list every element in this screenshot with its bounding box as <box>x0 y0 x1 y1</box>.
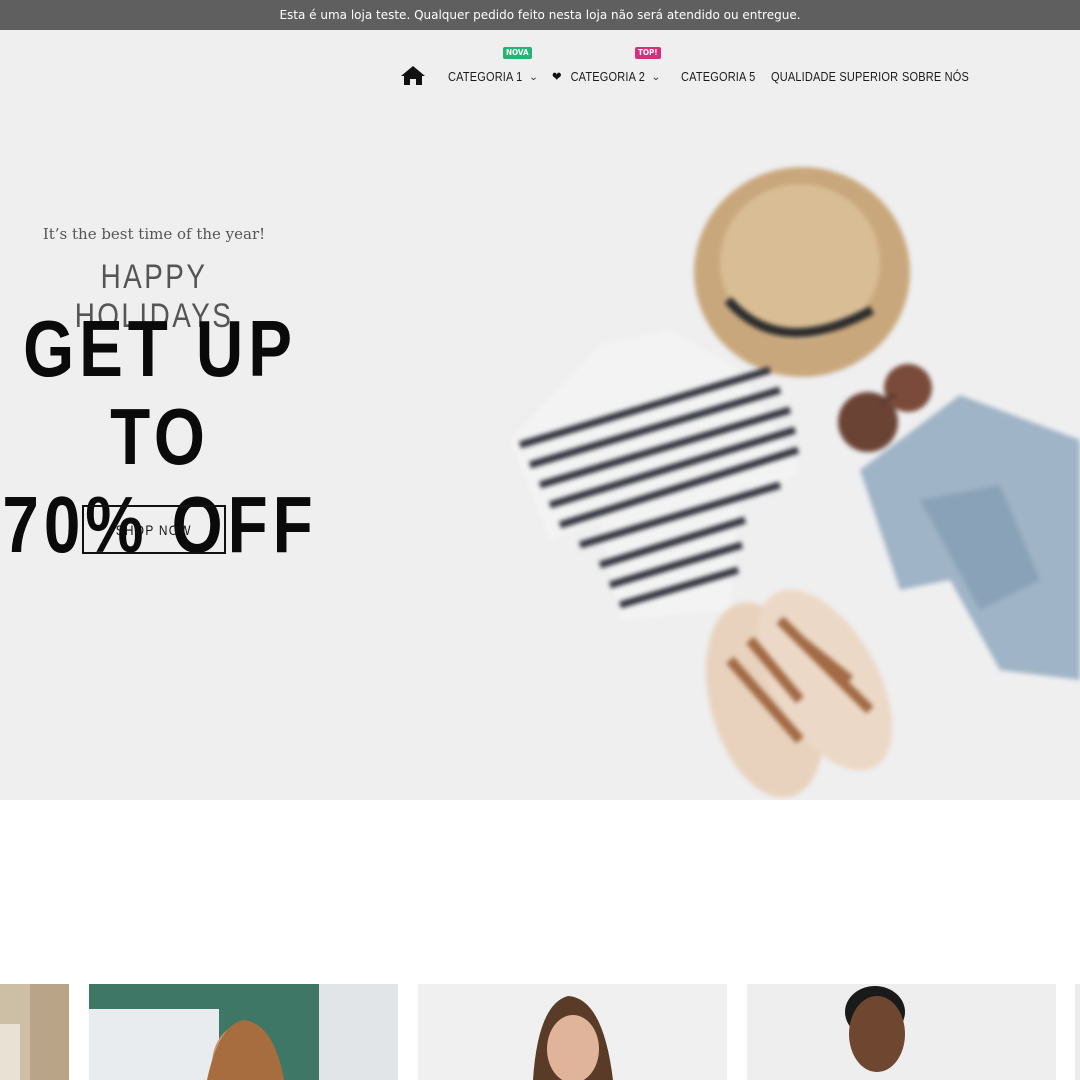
shop-now-label: SHOP NOW <box>115 521 193 538</box>
nav-item-label: SOBRE NÓS <box>902 70 969 84</box>
home-icon[interactable] <box>400 64 426 86</box>
nav-item-qualidade-superior[interactable]: QUALIDADE SUPERIOR <box>771 68 898 86</box>
nav-item-categoria-5[interactable]: CATEGORIA 5 <box>681 68 755 86</box>
product-card[interactable] <box>418 984 727 1080</box>
product-carousel <box>0 984 1080 1080</box>
hero-headline-line1: GET UP TO <box>23 304 297 481</box>
straw-hat-illustration <box>694 167 910 377</box>
main-navigation: NOVA CATEGORIA 1 ⌄ TOP! ❤ CATEGORIA 2 ⌄ … <box>0 30 1080 122</box>
store-notice-bar: Esta é uma loja teste. Qualquer pedido f… <box>0 0 1080 30</box>
nav-item-sobre-nos[interactable]: SOBRE NÓS <box>902 68 969 86</box>
product-card[interactable] <box>747 984 1056 1080</box>
hero-image-flatlay <box>510 167 1080 798</box>
nav-item-categoria-2[interactable]: ❤ CATEGORIA 2 ⌄ <box>552 68 661 86</box>
nav-badge-nova: NOVA <box>503 47 532 59</box>
striped-top-illustration <box>510 330 800 620</box>
shop-now-button[interactable]: SHOP NOW <box>82 505 226 554</box>
product-card[interactable] <box>0 984 69 1080</box>
nav-badge-top: TOP! <box>635 47 661 59</box>
hero-eyebrow: It’s the best time of the year! <box>42 225 266 243</box>
product-image-partial <box>0 984 69 1080</box>
product-image-woman-green-wall <box>89 984 398 1080</box>
nav-item-label: QUALIDADE SUPERIOR <box>771 70 899 84</box>
product-image-man-portrait <box>747 984 1056 1080</box>
product-image-woman-portrait <box>418 984 727 1080</box>
heart-icon: ❤ <box>552 69 562 84</box>
chevron-down-icon: ⌄ <box>528 71 539 83</box>
store-notice-text: Esta é uma loja teste. Qualquer pedido f… <box>279 8 801 22</box>
nav-item-categoria-1[interactable]: CATEGORIA 1 ⌄ <box>448 68 539 86</box>
hero-banner: It’s the best time of the year! HAPPY HO… <box>0 30 1080 800</box>
nav-item-label: CATEGORIA 1 <box>448 70 523 84</box>
nav-item-label: CATEGORIA 2 <box>570 70 646 84</box>
product-card[interactable] <box>89 984 398 1080</box>
nav-item-label: CATEGORIA 5 <box>681 70 756 84</box>
product-card[interactable] <box>1075 984 1080 1080</box>
chevron-down-icon: ⌄ <box>650 71 661 83</box>
